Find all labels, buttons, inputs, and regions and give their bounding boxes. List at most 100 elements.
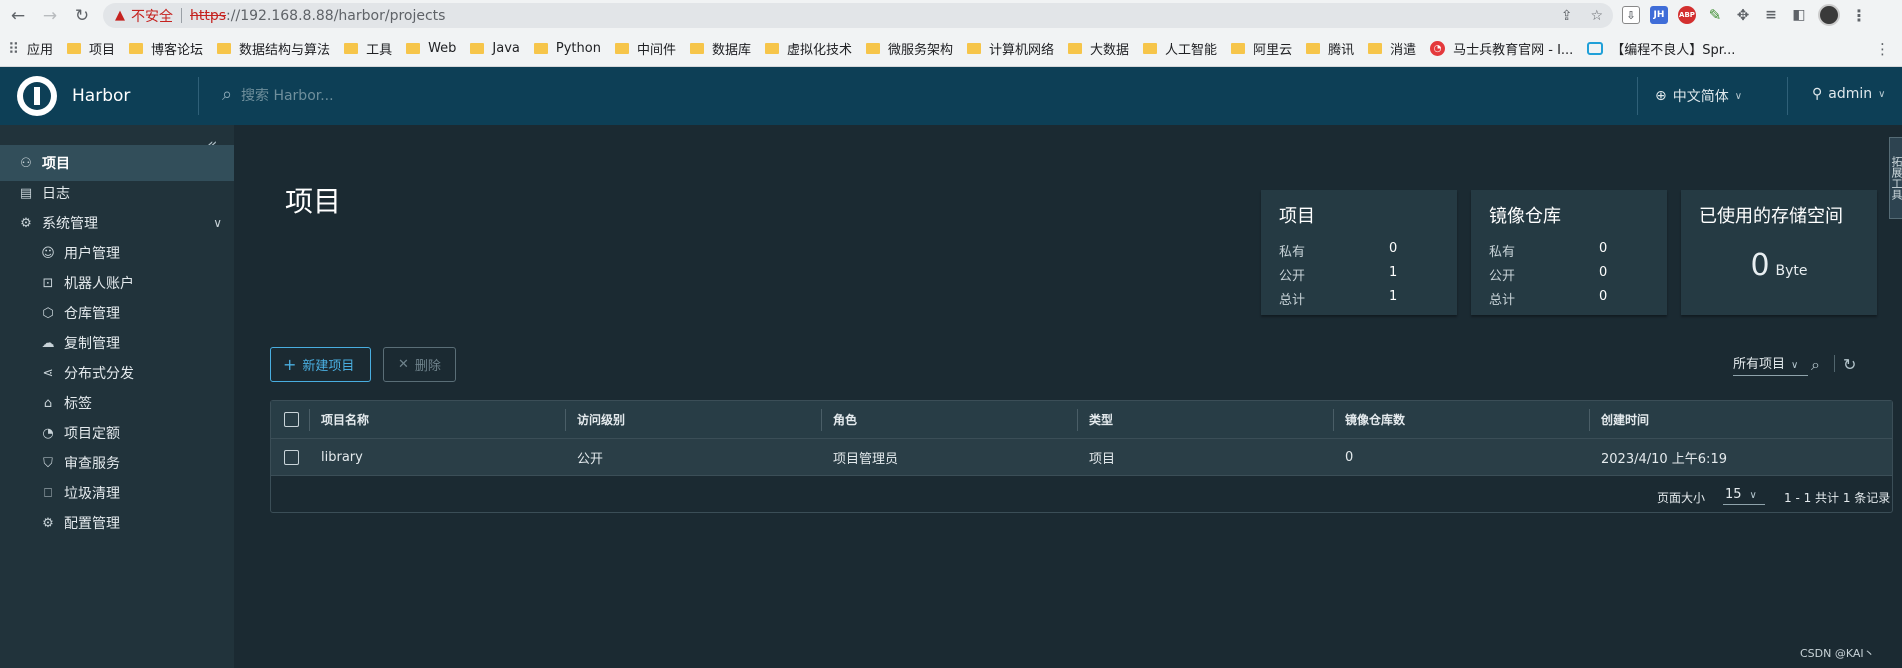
column-divider[interactable] xyxy=(565,409,566,431)
reload-icon[interactable]: ↻ xyxy=(68,2,96,30)
bookmark-item[interactable]: 计算机网络 xyxy=(967,39,1054,58)
tag-icon: ⌂ xyxy=(43,395,53,411)
card-title: 项目 xyxy=(1279,206,1315,227)
app-header: Harbor ⌕ ⊕ 中文简体 ∨ ⚲ admin ∨ xyxy=(0,67,1902,125)
created-time-cell: 2023/4/10 上午6:19 xyxy=(1601,451,1727,467)
bookmark-item[interactable]: 阿里云 xyxy=(1231,39,1292,58)
folder-icon xyxy=(67,43,82,54)
star-icon[interactable]: ☆ xyxy=(1590,8,1603,24)
adblock-icon[interactable]: ABP xyxy=(1678,6,1696,24)
row-value: 0 xyxy=(1599,241,1608,256)
reading-list-icon[interactable]: ≡ xyxy=(1762,6,1780,24)
projects-icon: ⚇ xyxy=(20,155,32,171)
jh-extension-icon[interactable]: JH xyxy=(1650,6,1668,24)
column-header[interactable]: 创建时间 xyxy=(1601,401,1649,438)
bookmarks-overflow-icon[interactable]: ⋮ xyxy=(1875,40,1890,58)
bookmark-item[interactable]: 数据结构与算法 xyxy=(217,39,330,58)
delete-button[interactable]: ✕ 删除 xyxy=(383,347,456,382)
header-divider xyxy=(1787,77,1788,115)
bookmark-item[interactable]: 大数据 xyxy=(1068,39,1129,58)
column-header[interactable]: 类型 xyxy=(1089,401,1113,438)
folder-icon xyxy=(1143,43,1158,54)
sidebar-item-label: 标签 xyxy=(64,396,92,412)
extensions-icon[interactable]: ✥ xyxy=(1734,6,1752,24)
back-icon[interactable]: ← xyxy=(4,2,32,30)
projects-table: 项目名称 访问级别 角色 类型 镜像仓库数 创建时间 library 公开 项目… xyxy=(270,400,1893,513)
bookmark-item[interactable]: Python xyxy=(533,41,601,56)
bookmark-item[interactable]: Java xyxy=(470,41,520,56)
sidebar-item[interactable]: ⚙ 配置管理 xyxy=(0,505,234,541)
column-header[interactable]: 项目名称 xyxy=(321,401,369,438)
column-divider[interactable] xyxy=(1589,409,1590,431)
column-divider[interactable] xyxy=(1077,409,1078,431)
sidebar-item-label: 审查服务 xyxy=(64,456,120,472)
side-panel-icon[interactable]: ◧ xyxy=(1790,6,1808,24)
bookmark-label: 中间件 xyxy=(636,43,676,58)
bookmark-item[interactable]: 数据库 xyxy=(689,39,751,58)
apps-grid-icon: ⠿ xyxy=(8,39,19,58)
page-title: 项目 xyxy=(285,185,342,218)
logs-icon: ▤ xyxy=(19,185,33,201)
bookmark-item[interactable]: 消遣 xyxy=(1368,39,1416,58)
forward-icon[interactable]: → xyxy=(36,2,64,30)
column-header[interactable]: 角色 xyxy=(833,401,857,438)
refresh-icon[interactable]: ↻ xyxy=(1843,355,1856,374)
profile-avatar[interactable] xyxy=(1818,4,1840,26)
share-icon[interactable]: ⇪ xyxy=(1561,8,1573,24)
bookmark-label: 马士兵教育官网 - I... xyxy=(1453,43,1574,58)
side-extension-tab[interactable]: 拓展工具 xyxy=(1889,137,1902,219)
bookmark-item[interactable]: ⠿ 应用 xyxy=(0,39,53,59)
bookmark-item[interactable]: Web xyxy=(406,41,456,56)
replication-icon: ☁ xyxy=(41,335,55,351)
bookmark-item[interactable]: 博客论坛 xyxy=(129,39,203,58)
toolbar-divider xyxy=(1834,355,1835,372)
address-bar[interactable]: ▲ 不安全 https://192.168.8.88/harbor/projec… xyxy=(103,3,1613,28)
search-icon[interactable]: ⌕ xyxy=(1811,355,1820,375)
bookmark-item[interactable]: 中间件 xyxy=(614,39,676,58)
column-divider[interactable] xyxy=(1333,409,1334,431)
settings-icon: ⚙ xyxy=(42,515,54,531)
bookmark-label: 【编程不良人】Spr... xyxy=(1611,43,1736,58)
storage-summary-card: 已使用的存储空间 0 Byte xyxy=(1681,190,1877,315)
card-row: 私有 0 xyxy=(1489,241,1649,260)
distribution-icon: ⋖ xyxy=(42,365,54,381)
warning-icon: ▲ xyxy=(115,8,125,23)
chevron-down-icon: ∨ xyxy=(1791,360,1799,371)
bookmark-item[interactable]: 微服务架构 xyxy=(866,39,953,58)
bookmark-item[interactable]: ◔ 马士兵教育官网 - I... xyxy=(1430,39,1573,58)
row-checkbox[interactable] xyxy=(284,449,299,465)
download-icon[interactable]: ⇩ xyxy=(1622,6,1640,24)
project-filter-select[interactable]: 所有项目 ∨ xyxy=(1733,353,1808,376)
bookmark-item[interactable]: 工具 xyxy=(344,39,392,58)
column-header[interactable]: 镜像仓库数 xyxy=(1345,401,1405,438)
brand-name[interactable]: Harbor xyxy=(72,86,130,106)
project-name-link[interactable]: library xyxy=(321,439,363,475)
language-selector[interactable]: ⊕ 中文简体 ∨ xyxy=(1655,86,1742,106)
bookmark-item[interactable]: 腾讯 xyxy=(1306,39,1354,58)
user-menu[interactable]: ⚲ admin ∨ xyxy=(1812,86,1885,102)
bookmark-item[interactable]: 项目 xyxy=(67,39,115,58)
sidebar-item-label: 配置管理 xyxy=(64,516,120,532)
page-size-select[interactable]: 15 ∨ xyxy=(1723,487,1765,505)
site-favicon-icon: ◔ xyxy=(1430,41,1446,56)
bookmark-item[interactable]: 虚拟化技术 xyxy=(764,39,852,58)
sidebar-item-label: 日志 xyxy=(42,186,70,202)
bookmark-item[interactable]: 人工智能 xyxy=(1143,39,1217,58)
bookmark-item[interactable]: 【编程不良人】Spr... xyxy=(1587,39,1735,58)
menu-icon[interactable]: ⋮ xyxy=(1850,6,1868,25)
harbor-logo[interactable] xyxy=(17,76,57,116)
bookmark-label: Python xyxy=(555,41,601,56)
robot-icon: ⊡ xyxy=(42,275,54,291)
bookmark-label: 消遣 xyxy=(1390,43,1417,58)
select-all-checkbox[interactable] xyxy=(284,412,299,427)
sidebar-item-label: 复制管理 xyxy=(64,336,120,352)
search-input[interactable] xyxy=(241,85,541,107)
storage-number: 0 xyxy=(1750,248,1770,283)
storage-unit: Byte xyxy=(1775,263,1808,279)
row-value: 1 xyxy=(1389,265,1398,280)
quota-icon: ◔ xyxy=(42,425,54,441)
column-header[interactable]: 访问级别 xyxy=(577,401,625,438)
grammarly-icon[interactable]: ✎ xyxy=(1706,6,1724,24)
new-project-button[interactable]: + 新建项目 xyxy=(270,347,371,382)
column-divider[interactable] xyxy=(821,409,822,431)
